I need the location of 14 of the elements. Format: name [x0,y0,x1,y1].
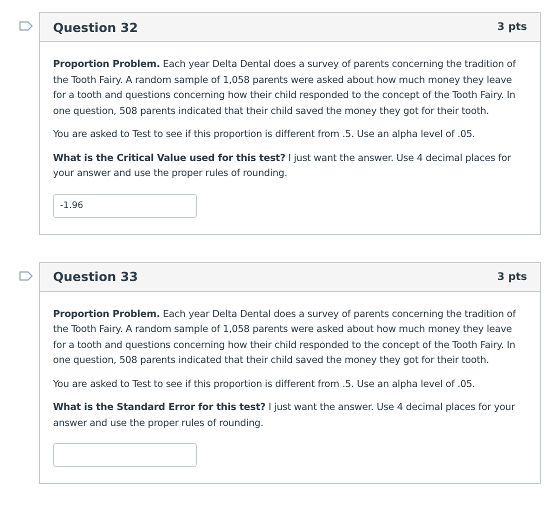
question-title: Question 33 [53,269,138,284]
answer-field[interactable] [53,443,197,467]
flag-icon[interactable] [19,21,33,31]
question-title: Question 32 [53,20,138,34]
question-text: What is the Standard Error for this test? I just want the answer. Use 4 decimal places for your answer and use the proper rules of rounding. [53,401,516,430]
points-label: 3 pts [497,270,527,282]
question-text: What is the Critical Value used for this test? I just want the answer. Use 4 decimal places for your answer and use the proper rules of rounding. [53,152,512,181]
question-text: Proportion Problem. Each year Delta Dental does a survey of parents concerning the tradition of the Tooth Fairy. A random sample of 1,058 parents were asked about how much money they leave for a tooth and questions concerning how their child responded to the concept of the Tooth Fairy. In one question, 508 parents indicated that their child saved the money they got for their tooth. [53,58,517,118]
points-label: 3 pts [497,21,527,33]
question-text: You are asked to Test to see if this proportion is different from .5. Use an alpha level of .05. [53,128,476,142]
question-text: Proportion Problem. Each year Delta Dental does a survey of parents concerning the tradition of the Tooth Fairy. A random sample of 1,058 parents were asked about how much money they leave for a tooth and questions concerning how their child responded to the concept of the Tooth Fairy. In one question, 508 parents indicated that their child saved the money they got for their tooth. [53,308,517,368]
question-text: You are asked to Test to see if this proportion is different from .5. Use an alpha level of .05. [53,378,476,392]
answer-field[interactable]: -1.96 [53,194,197,218]
flag-icon[interactable] [19,270,33,280]
